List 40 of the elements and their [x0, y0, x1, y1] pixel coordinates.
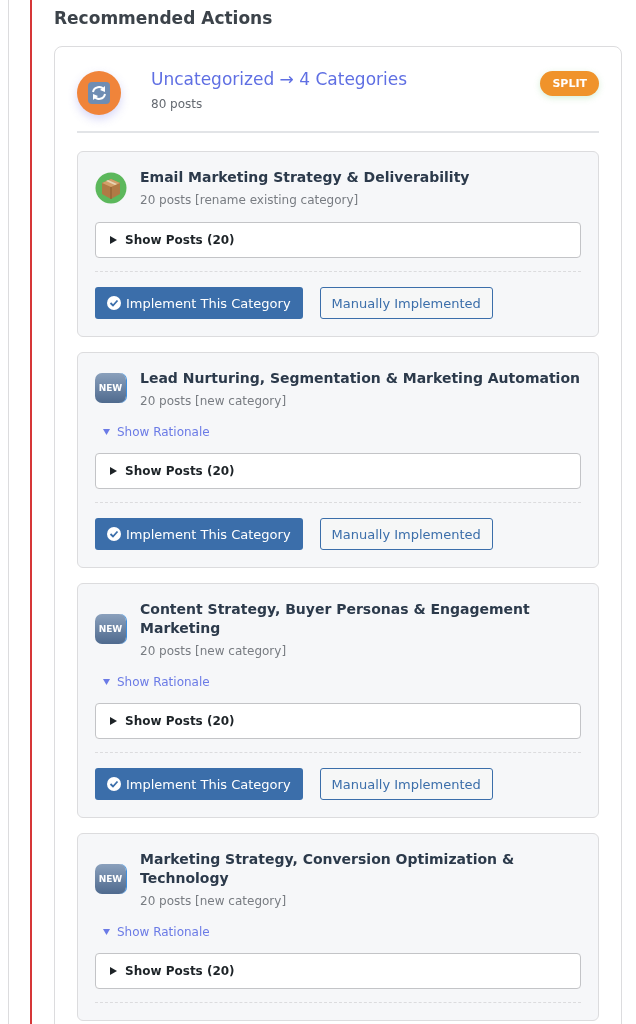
category-meta: 20 posts [rename existing category]	[140, 193, 360, 207]
manually-implemented-button[interactable]: Manually Implemented	[319, 518, 493, 550]
show-rationale-link[interactable]: Show Rationale	[103, 925, 210, 939]
caret-down-icon	[103, 429, 110, 435]
new-icon: NEW	[95, 373, 126, 403]
show-posts-toggle[interactable]: Show Posts (20)	[95, 703, 581, 739]
refresh-icon	[77, 71, 121, 115]
new-icon: NEW	[95, 614, 126, 644]
action-title: Uncategorized → 4 Categories	[151, 68, 409, 91]
category-name: Content Strategy, Buyer Personas & Engagement Marketing	[140, 600, 531, 638]
category-meta: 20 posts [new category]	[140, 394, 288, 408]
caret-down-icon	[103, 679, 110, 685]
caret-down-icon	[103, 929, 110, 935]
check-circle-icon	[107, 777, 121, 791]
new-icon: NEW	[95, 864, 126, 894]
caret-icon	[110, 967, 117, 975]
check-circle-icon	[107, 296, 121, 310]
check-circle-icon	[107, 527, 121, 541]
implement-button[interactable]: Implement This Category	[95, 518, 303, 550]
manually-implemented-button[interactable]: Manually Implemented	[319, 768, 493, 800]
implement-button[interactable]: Implement This Category	[95, 768, 303, 800]
caret-icon	[110, 467, 117, 475]
manually-implemented-button[interactable]: Manually Implemented	[319, 287, 493, 319]
category-name: Email Marketing Strategy & Deliverability	[140, 168, 471, 187]
section-heading: Recommended Actions	[54, 7, 274, 30]
caret-icon	[110, 717, 117, 725]
package-box-icon	[95, 172, 127, 204]
post-count: 80 posts	[151, 97, 204, 111]
show-posts-toggle[interactable]: Show Posts (20)	[95, 453, 581, 489]
show-rationale-link[interactable]: Show Rationale	[103, 425, 210, 439]
caret-icon	[110, 236, 117, 244]
show-rationale-link[interactable]: Show Rationale	[103, 675, 210, 689]
category-name: Lead Nurturing, Segmentation & Marketing Automation	[140, 369, 581, 388]
category-name: Marketing Strategy, Conversion Optimization & Technology	[140, 850, 516, 888]
category-meta: 20 posts [new category]	[140, 894, 288, 908]
implement-button[interactable]: Implement This Category	[95, 287, 303, 319]
show-posts-toggle[interactable]: Show Posts (20)	[95, 222, 581, 258]
show-posts-toggle[interactable]: Show Posts (20)	[95, 953, 581, 989]
category-meta: 20 posts [new category]	[140, 644, 288, 658]
split-badge: SPLIT	[540, 71, 599, 96]
